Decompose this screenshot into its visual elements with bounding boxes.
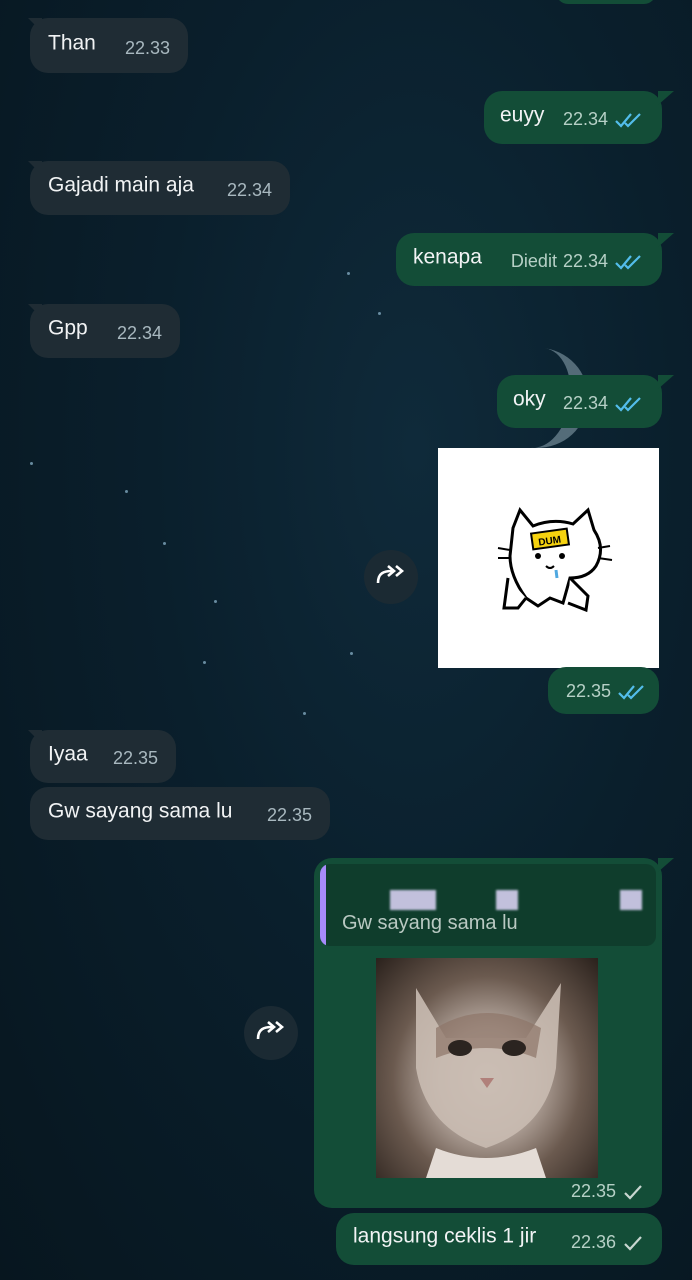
single-check-icon (622, 1234, 644, 1252)
message-time: 22.35 (112, 748, 158, 768)
message-text: Iyaa (48, 742, 88, 766)
forward-icon (374, 563, 408, 592)
incoming-message[interactable]: Gpp 22.34 (30, 304, 180, 358)
message-meta: Diedit 22.34 (511, 251, 644, 272)
star (125, 490, 128, 493)
star (303, 712, 306, 715)
message-text: kenapa (413, 245, 482, 269)
message-meta: 22.35 (566, 681, 647, 702)
redacted-name (496, 890, 518, 910)
message-time: 22.34 (116, 323, 162, 343)
star (30, 462, 33, 465)
cat-sticker[interactable]: DUM (438, 448, 659, 668)
cat-sticker-drawing: DUM (497, 507, 613, 613)
star (203, 661, 206, 664)
message-time: 22.33 (124, 38, 170, 58)
outgoing-message[interactable]: langsung ceklis 1 jir 22.36 (336, 1213, 662, 1265)
message-text: Gpp (48, 316, 88, 340)
single-check-icon (622, 1183, 644, 1201)
sticker-time-bubble: 22.35 (548, 667, 659, 714)
quoted-text: Gw sayang sama lu (342, 912, 518, 934)
cat-photo[interactable] (376, 958, 598, 1178)
message-time: 22.34 (226, 180, 272, 200)
message-text: langsung ceklis 1 jir (353, 1224, 537, 1248)
edited-label: Diedit (510, 251, 557, 271)
message-text: oky (513, 387, 546, 411)
message-text: Than (48, 31, 96, 55)
star (350, 652, 353, 655)
forward-icon (254, 1019, 288, 1048)
double-check-icon (617, 683, 647, 701)
incoming-message[interactable]: Iyaa 22.35 (30, 730, 176, 783)
message-text: euyy (500, 103, 545, 127)
incoming-message[interactable]: Than 22.33 (30, 18, 188, 73)
star (378, 312, 381, 315)
outgoing-reply-message[interactable]: Gw sayang sama lu 22.35 (314, 858, 662, 1208)
redacted-name (620, 890, 642, 910)
quoted-message[interactable]: Gw sayang sama lu (320, 864, 656, 946)
incoming-message[interactable]: Gw sayang sama lu 22.35 (30, 787, 330, 840)
double-check-icon (614, 395, 644, 413)
star (214, 600, 217, 603)
message-time: 22.35 (266, 805, 312, 825)
incoming-message[interactable]: Gajadi main aja 22.34 (30, 161, 290, 215)
outgoing-message[interactable]: oky 22.34 (497, 375, 662, 428)
message-meta: 22.36 (571, 1232, 644, 1253)
star (347, 272, 350, 275)
message-meta: 22.34 (563, 393, 644, 414)
partial-outgoing-bubble (556, 0, 656, 4)
message-meta: 22.35 (571, 1181, 644, 1202)
quote-accent-bar (320, 864, 326, 946)
message-meta: 22.34 (563, 109, 644, 130)
outgoing-message[interactable]: euyy 22.34 (484, 91, 662, 144)
outgoing-message[interactable]: kenapa Diedit 22.34 (396, 233, 662, 286)
cat-photo-drawing (416, 983, 561, 1178)
forward-button[interactable] (244, 1006, 298, 1060)
double-check-icon (614, 253, 644, 271)
redacted-name (390, 890, 436, 910)
forward-button[interactable] (364, 550, 418, 604)
double-check-icon (614, 111, 644, 129)
message-text: Gajadi main aja (48, 173, 194, 197)
message-text: Gw sayang sama lu (48, 799, 233, 823)
star (163, 542, 166, 545)
